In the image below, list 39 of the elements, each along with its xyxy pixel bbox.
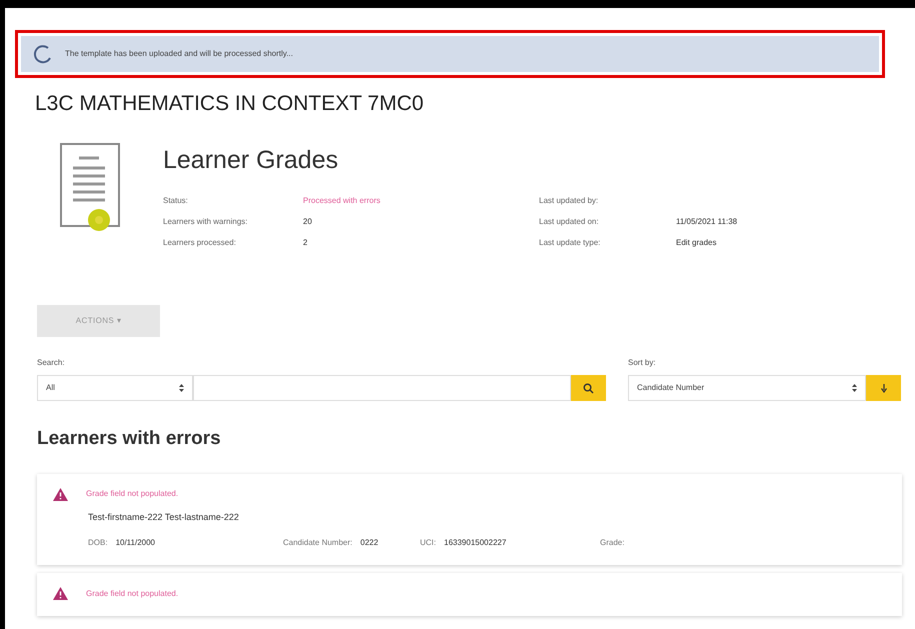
error-message: Grade field not populated. [86,588,178,600]
detail-value: Edit grades [676,237,718,249]
down-arrow-icon [880,384,886,392]
scope-select[interactable]: All [37,375,193,401]
detail-value: 20 [303,216,313,228]
banner-message: The template has been uploaded and will be processed shortly... [65,48,293,60]
detail-label: Status: [163,195,189,207]
field-value: 0222 [360,537,378,549]
up-down-icon [852,384,857,392]
field-label: Candidate Number: [283,537,352,549]
detail-label: Learners with warnings: [163,216,248,228]
learner-name: Test-firstname-222 Test-lastname-222 [88,510,240,524]
sort-select[interactable]: Candidate Number [628,375,866,401]
detail-label: Last updated on: [539,216,600,228]
detail-label: Learners processed: [163,237,237,249]
warning-icon [53,488,68,500]
field-value: 16339015002227 [444,537,506,549]
course-title: L3C MATHEMATICS IN CONTEXT 7MC0 [35,91,425,117]
warning-icon [53,587,68,600]
search-icon [583,382,594,394]
sort-direction-button[interactable] [866,375,901,401]
sort-label: Sort by: [628,357,657,369]
detail-value: 2 [303,237,308,249]
detail-value: 11/05/2021 11:38 [676,216,738,228]
up-down-icon [179,384,184,392]
search-button[interactable] [571,375,606,401]
detail-label: Last update type: [539,237,602,249]
error-message: Grade field not populated. [86,488,178,500]
search-field[interactable] [193,375,571,401]
spinner-icon [33,44,53,64]
field-label: DOB: [88,537,108,549]
field-label: UCI: [420,537,436,549]
detail-value: Processed with errors [303,195,382,207]
field-value: 10/11/2000 [116,537,156,549]
page-title: Learner Grades [163,144,340,176]
section-title: Learners with errors [37,427,222,451]
search-label: Search: [37,357,66,369]
field-label: Grade: [600,537,624,549]
detail-label: Last updated by: [539,195,600,207]
